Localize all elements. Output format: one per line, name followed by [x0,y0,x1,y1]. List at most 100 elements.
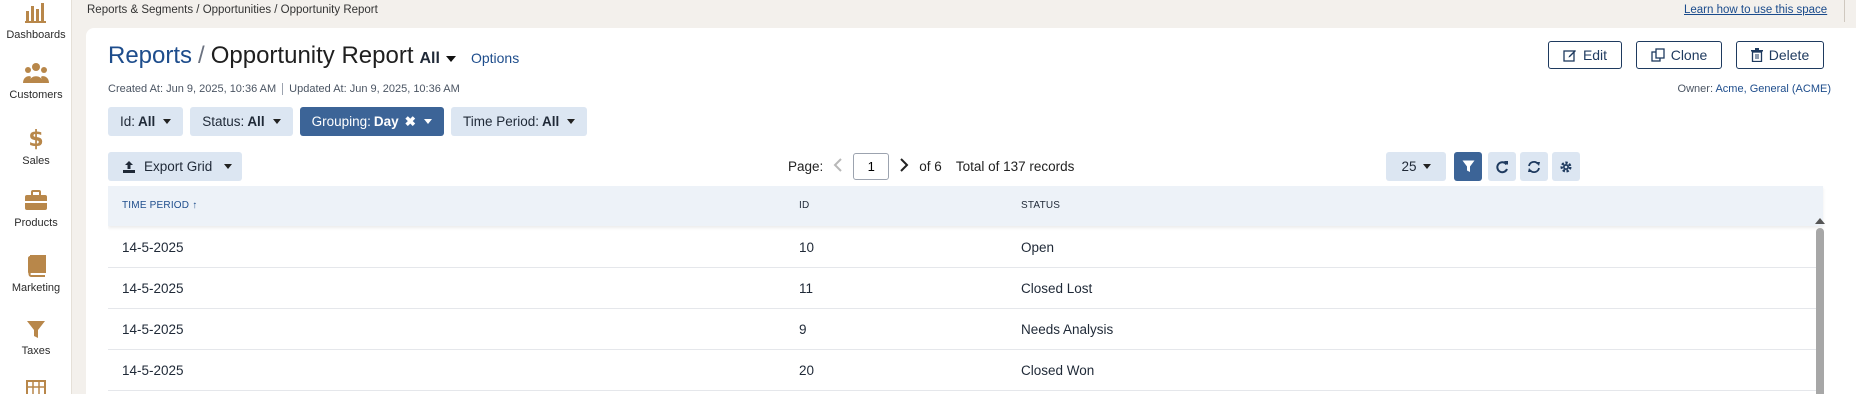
column-header-label: TIME PERIOD [122,200,190,211]
created-at: Created At: Jun 9, 2025, 10:36 AM [108,83,277,95]
cell-status: Needs Analysis [1021,322,1114,337]
cell-id: 10 [799,240,815,255]
title-separator: / [198,42,205,69]
updated-at: Updated At: Jun 9, 2025, 10:36 AM [289,83,460,95]
edit-icon [1563,50,1576,62]
gear-icon [1560,160,1572,173]
prev-page-button[interactable] [833,158,843,175]
trash-icon [1750,48,1763,62]
sidebar-item-label: Sales [22,155,50,167]
sidebar: Dashboards Customers $ Sales Products Ma… [0,0,72,394]
options-link[interactable]: Options [471,50,519,66]
edit-button[interactable]: Edit [1548,41,1622,69]
column-header-time-period[interactable]: TIME PERIOD ↑ [122,200,197,211]
edit-button-label: Edit [1582,47,1608,63]
top-bar: Reports & Segments / Opportunities / Opp… [72,0,1856,22]
owner-info: Owner: Acme, General (ACME) [1678,83,1831,95]
table-row[interactable]: 14-5-2025 11 Closed Lost [108,268,1823,309]
learn-link[interactable]: Learn how to use this space [1684,4,1827,16]
calendar-icon [26,380,46,394]
divider [1844,0,1845,22]
cell-time-period: 14-5-2025 [122,281,184,296]
view-selector-label: All [419,50,440,67]
refresh-icon [1528,160,1540,173]
sidebar-item-dashboards[interactable]: Dashboards [0,2,72,41]
sidebar-item-taxes[interactable]: Taxes [0,320,72,357]
cell-time-period: 14-5-2025 [122,322,184,337]
filter-bar: Id: All Status: All Grouping: Day ✖ Time… [108,107,588,136]
cell-status: Open [1021,240,1055,255]
filter-id[interactable]: Id: All [108,107,184,136]
sidebar-item-marketing[interactable]: Marketing [0,255,72,294]
sidebar-item-sales[interactable]: $ Sales [0,126,72,167]
svg-text:$: $ [28,127,43,150]
filter-toggle-button[interactable] [1454,152,1482,181]
owner-label: Owner: [1677,83,1714,95]
sidebar-item-label: Marketing [11,282,61,294]
grid-toolbar: Export Grid Page: of 6 Total of 137 reco… [108,152,1843,181]
caret-down-icon [445,56,456,62]
caret-down-icon [423,119,432,124]
filter-label: Id: [120,114,136,129]
cell-status: Closed Won [1021,363,1095,378]
delete-button[interactable]: Delete [1736,41,1824,69]
table-row[interactable]: 14-5-2025 9 Needs Analysis [108,309,1823,350]
scroll-up-arrow[interactable] [1815,218,1825,224]
upload-icon [123,160,135,173]
scrollbar[interactable] [1816,228,1824,394]
sidebar-item-more[interactable] [0,380,72,394]
clone-button-label: Clone [1670,47,1708,63]
delete-button-label: Delete [1768,47,1810,63]
sidebar-item-products[interactable]: Products [0,190,72,229]
filter-label: Status: [202,114,245,129]
owner-link[interactable]: Acme, General (ACME) [1715,83,1831,95]
export-grid-button[interactable]: Export Grid [108,152,242,181]
reset-button[interactable] [1488,152,1516,181]
page-input[interactable] [853,153,890,180]
sidebar-item-label: Customers [9,89,63,101]
table-row[interactable]: 14-5-2025 10 Open [108,227,1823,268]
page-label: Page: [788,159,824,174]
filter-status[interactable]: Status: All [190,107,293,136]
cell-status: Closed Lost [1021,281,1093,296]
bar-chart-icon [25,3,46,23]
sort-ascending-icon: ↑ [192,200,198,211]
meta-divider [282,83,284,95]
dollar-icon: $ [28,127,43,150]
caret-down-icon [163,119,172,124]
book-icon [28,255,46,277]
cell-id: 9 [799,322,807,337]
refresh-button[interactable] [1520,152,1548,181]
column-header-status[interactable]: STATUS [1021,200,1060,211]
clone-button[interactable]: Clone [1636,41,1722,69]
filter-label: Time Period: [462,114,539,129]
column-header-id[interactable]: ID [799,200,809,211]
caret-down-icon [272,119,281,124]
table-row[interactable]: 14-5-2025 20 Closed Won [108,350,1823,391]
clear-filter-icon[interactable]: ✖ [405,114,416,130]
sidebar-item-customers[interactable]: Customers [0,62,72,101]
grid-settings-button[interactable] [1552,152,1580,181]
report-name: Opportunity Report [210,42,414,69]
filter-value: Day [373,114,399,129]
report-meta: Created At: Jun 9, 2025, 10:36 AM Update… [108,83,460,95]
reports-link[interactable]: Reports [108,42,192,70]
cell-time-period: 14-5-2025 [122,240,184,255]
clone-icon [1651,48,1665,62]
grid-header: TIME PERIOD ↑ ID STATUS [108,186,1823,226]
pagination: Page: of 6 Total of 137 records [788,152,1074,181]
page-title: Reports / Opportunity Report All Options [108,42,519,70]
chevron-right-icon [900,158,909,172]
sidebar-item-label: Dashboards [6,29,66,41]
filter-time-period[interactable]: Time Period: All [450,107,588,136]
next-page-button[interactable] [899,158,909,175]
filter-grouping[interactable]: Grouping: Day ✖ [299,107,444,136]
data-grid: TIME PERIOD ↑ ID STATUS 14-5-2025 10 Ope… [108,186,1828,394]
export-grid-label: Export Grid [144,159,213,174]
view-selector[interactable]: All [420,50,456,68]
filter-label: Grouping: [311,114,371,129]
page-size-select[interactable]: 25 [1386,152,1446,181]
caret-down-icon [1422,164,1431,169]
filter-icon [1462,160,1474,172]
breadcrumb: Reports & Segments / Opportunities / Opp… [87,4,378,16]
